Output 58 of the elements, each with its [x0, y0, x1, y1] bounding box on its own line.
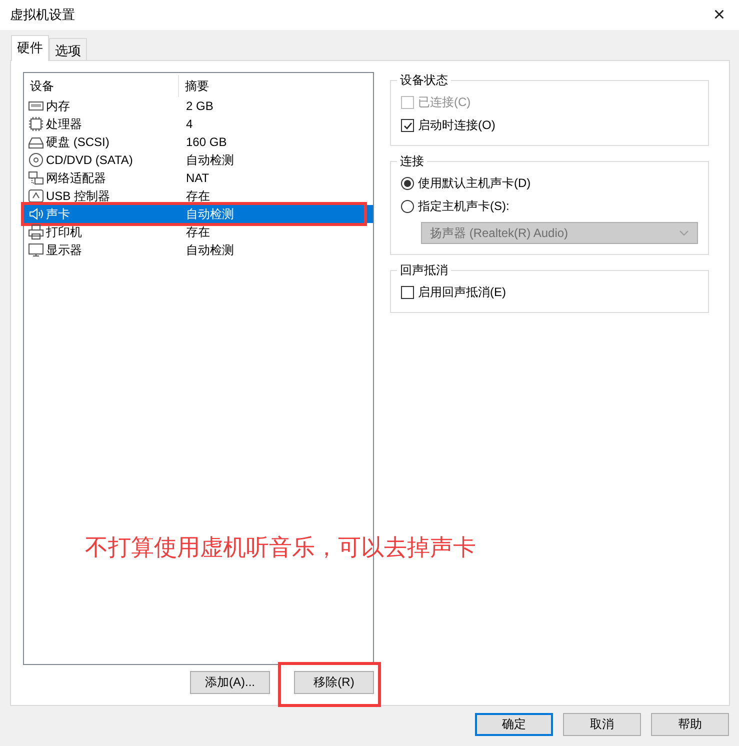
radio-button[interactable] [401, 177, 414, 190]
checkbox-label: 启动时连接(O) [418, 117, 496, 134]
checkbox-label: 已连接(C) [418, 94, 471, 111]
radio-label: 指定主机声卡(S): [418, 198, 510, 215]
device-row[interactable]: CD/DVD (SATA) 自动检测 [24, 151, 373, 169]
device-name: CD/DVD (SATA) [46, 153, 133, 167]
device-summary: 160 GB [185, 135, 227, 149]
column-header[interactable]: 设备 [24, 75, 179, 97]
device-summary: 4 [185, 117, 193, 131]
close-button[interactable]: × [709, 5, 729, 25]
window-title: 虚拟机设置 [10, 6, 75, 24]
device-name: 声卡 [46, 206, 70, 222]
device-name: 网络适配器 [46, 170, 106, 186]
device-name: 硬盘 (SCSI) [46, 134, 110, 150]
group-title: 回声抵消 [397, 262, 451, 279]
device-name: 内存 [46, 98, 70, 114]
device-summary: 2 GB [185, 99, 214, 113]
device-summary: 存在 [185, 224, 210, 240]
network-icon [28, 170, 44, 186]
checkbox[interactable] [401, 119, 414, 132]
group-title: 连接 [397, 153, 427, 170]
chip-icon [28, 116, 44, 132]
device-row[interactable]: USB 控制器 存在 [24, 187, 373, 205]
monitor-icon [28, 242, 44, 258]
device-row[interactable]: 处理器 4 [24, 115, 373, 133]
usb-icon [28, 188, 44, 204]
dialog-button[interactable]: 确定 [475, 713, 553, 736]
radio-label: 使用默认主机声卡(D) [418, 175, 531, 192]
device-name: USB 控制器 [46, 188, 110, 204]
device-row[interactable]: 显示器 自动检测 [24, 241, 373, 259]
device-row[interactable]: 打印机 存在 [24, 223, 373, 241]
printer-icon [28, 224, 44, 240]
list-button[interactable]: 移除(R) [294, 671, 374, 694]
checkbox-label: 启用回声抵消(E) [418, 284, 506, 301]
device-summary: 自动检测 [185, 152, 234, 168]
device-summary: 存在 [185, 188, 210, 204]
tab[interactable]: 选项 [49, 38, 87, 60]
device-summary: 自动检测 [185, 242, 234, 258]
device-name: 打印机 [46, 224, 82, 240]
tab[interactable]: 硬件 [11, 35, 49, 61]
device-row[interactable]: 硬盘 (SCSI) 160 GB [24, 133, 373, 151]
group-title: 设备状态 [397, 72, 451, 89]
dialog-button[interactable]: 帮助 [651, 713, 729, 736]
device-row[interactable]: 声卡 自动检测 [24, 205, 373, 223]
device-row[interactable]: 网络适配器 NAT [24, 169, 373, 187]
dialog-button[interactable]: 取消 [563, 713, 641, 736]
device-summary: NAT [185, 171, 210, 185]
device-name: 处理器 [46, 116, 82, 132]
chevron-icon [679, 230, 689, 236]
device-name: 显示器 [46, 242, 82, 258]
device-row[interactable]: 内存 2 GB [24, 97, 373, 115]
device-summary: 自动检测 [185, 206, 234, 222]
checkbox[interactable] [401, 286, 414, 299]
list-button[interactable]: 添加(A)... [190, 671, 270, 694]
disc-icon [28, 152, 44, 168]
speaker-icon [28, 206, 44, 222]
radio-button[interactable] [401, 200, 414, 213]
column-header[interactable]: 摘要 [179, 75, 209, 97]
